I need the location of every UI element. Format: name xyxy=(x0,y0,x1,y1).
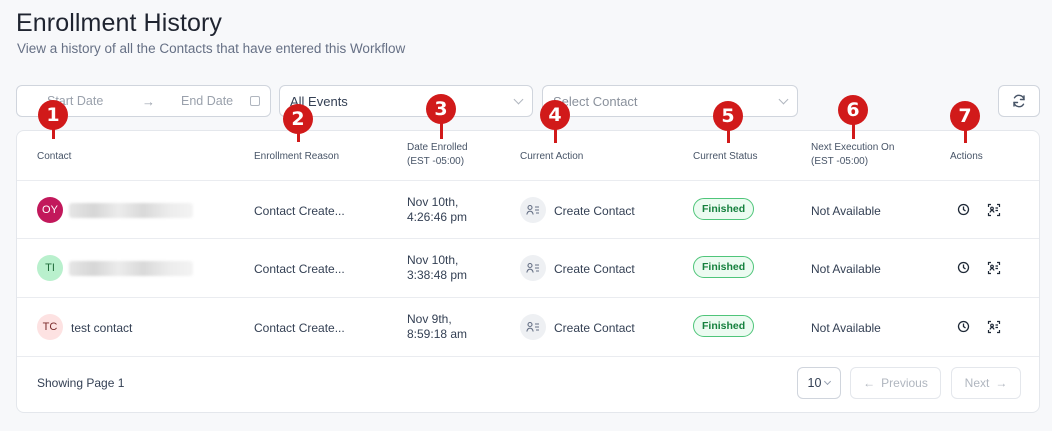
contact-name-redacted xyxy=(69,261,193,276)
header-date-enrolled-tz: (EST -05:00) xyxy=(407,156,465,167)
date-enrolled-day: Nov 10th, xyxy=(407,195,459,209)
history-icon[interactable] xyxy=(957,320,970,333)
next-execution: Not Available xyxy=(811,321,881,335)
header-current-action: Current Action xyxy=(520,151,584,162)
refresh-icon xyxy=(1013,94,1025,108)
header-actions: Actions xyxy=(950,151,983,162)
status-badge: Finished xyxy=(693,315,755,337)
next-execution: Not Available xyxy=(811,262,881,276)
events-select[interactable]: All Events xyxy=(279,85,533,117)
enrollment-reason: Contact Create... xyxy=(254,262,345,276)
arrow-right-icon: → xyxy=(995,376,1008,390)
view-details-icon[interactable] xyxy=(987,320,1001,334)
user-list-icon xyxy=(520,314,546,340)
page-size-value: 10 xyxy=(807,376,822,390)
contact-name[interactable]: test contact xyxy=(71,321,132,335)
date-enrolled-time: 4:26:46 pm xyxy=(407,210,468,224)
annotation-marker-2: 2 xyxy=(283,104,313,134)
next-label: Next xyxy=(964,376,990,390)
date-enrolled-time: 3:38:48 pm xyxy=(407,268,468,282)
end-date-input[interactable]: End Date xyxy=(181,94,242,108)
date-enrolled-time: 8:59:18 am xyxy=(407,327,468,341)
refresh-button[interactable] xyxy=(998,85,1040,117)
arrow-left-icon: ← xyxy=(863,376,876,390)
contact-name-redacted xyxy=(69,203,193,218)
annotation-marker-4: 4 xyxy=(540,100,570,130)
history-icon[interactable] xyxy=(957,261,970,274)
status-badge: Finished xyxy=(693,256,755,278)
enrollment-reason: Contact Create... xyxy=(254,204,345,218)
date-enrolled: Nov 9th, 8:59:18 am xyxy=(407,312,467,342)
user-list-icon xyxy=(520,255,546,281)
page-title: Enrollment History xyxy=(16,9,223,37)
status-badge: Finished xyxy=(693,198,755,220)
view-details-icon[interactable] xyxy=(987,261,1001,275)
current-action: Create Contact xyxy=(554,321,635,335)
avatar: TI xyxy=(37,255,63,281)
header-next-execution: Next Execution On (EST -05:00) xyxy=(811,141,894,169)
chevron-down-icon xyxy=(824,377,832,386)
date-enrolled: Nov 10th, 3:38:48 pm xyxy=(407,253,467,283)
page-subtitle: View a history of all the Contacts that … xyxy=(17,41,406,56)
user-list-icon xyxy=(520,197,546,223)
current-action: Create Contact xyxy=(554,262,635,276)
header-enrollment-reason: Enrollment Reason xyxy=(254,151,340,162)
history-icon[interactable] xyxy=(957,203,970,216)
date-enrolled-day: Nov 10th, xyxy=(407,253,459,267)
avatar: TC xyxy=(37,314,63,340)
header-date-enrolled: Date Enrolled (EST -05:00) xyxy=(407,141,468,169)
annotation-marker-1: 1 xyxy=(38,100,68,130)
enrollment-table: Contact Enrollment Reason Date Enrolled … xyxy=(16,130,1040,413)
previous-label: Previous xyxy=(881,376,928,390)
contact-select[interactable]: Select Contact xyxy=(542,85,798,117)
chevron-down-icon xyxy=(778,94,789,104)
table-row: OY Contact Create... Nov 10th, 4:26:46 p… xyxy=(17,180,1039,239)
next-button[interactable]: Next → xyxy=(951,367,1021,399)
header-current-status: Current Status xyxy=(693,151,758,162)
table-row: TI Contact Create... Nov 10th, 3:38:48 p… xyxy=(17,238,1039,297)
header-contact: Contact xyxy=(37,151,72,162)
annotation-marker-7: 7 xyxy=(950,101,980,131)
arrow-right-icon: → xyxy=(142,93,155,109)
header-next-execution-tz: (EST -05:00) xyxy=(811,156,869,167)
enrollment-reason: Contact Create... xyxy=(254,321,345,335)
chevron-down-icon xyxy=(513,94,524,104)
calendar-icon xyxy=(250,96,260,106)
annotation-marker-6: 6 xyxy=(838,95,868,125)
pagination-status: Showing Page 1 xyxy=(37,376,125,390)
header-date-enrolled-label: Date Enrolled xyxy=(407,142,468,153)
previous-button[interactable]: ← Previous xyxy=(850,367,941,399)
next-execution: Not Available xyxy=(811,204,881,218)
date-enrolled-day: Nov 9th, xyxy=(407,312,452,326)
annotation-marker-5: 5 xyxy=(713,101,743,131)
header-next-execution-label: Next Execution On xyxy=(811,142,895,153)
avatar: OY xyxy=(37,197,63,223)
date-enrolled: Nov 10th, 4:26:46 pm xyxy=(407,195,467,225)
view-details-icon[interactable] xyxy=(987,203,1001,217)
annotation-marker-3: 3 xyxy=(426,94,456,124)
page-size-select[interactable]: 10 xyxy=(797,367,841,399)
table-row: TC test contact Contact Create... Nov 9t… xyxy=(17,297,1039,356)
current-action: Create Contact xyxy=(554,204,635,218)
